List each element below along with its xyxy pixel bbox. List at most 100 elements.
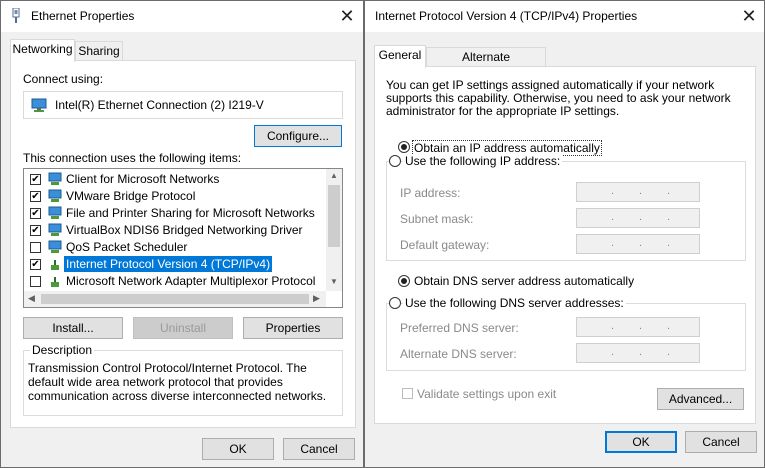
use-following-dns-radio[interactable] — [389, 297, 401, 309]
ipv4-close-button[interactable]: ✕ — [738, 5, 760, 27]
adapter-icon — [31, 98, 47, 115]
ip-address-group: Use the following IP address: IP address… — [386, 154, 746, 261]
protocol-network-icon — [48, 257, 62, 271]
ipv4-cancel-label: Cancel — [702, 435, 740, 449]
tab-general[interactable]: General — [374, 45, 426, 68]
protocol-network-icon — [48, 189, 62, 203]
alternate-dns-label: Alternate DNS server: — [400, 347, 517, 361]
network-adapter-icon — [11, 7, 21, 24]
description-group: Description Transmission Control Protoco… — [23, 343, 343, 416]
ipv4-properties-window: Internet Protocol Version 4 (TCP/IPv4) P… — [364, 0, 765, 468]
ethernet-titlebar: Ethernet Properties ✕ — [1, 1, 363, 32]
use-following-ip-label[interactable]: Use the following IP address: — [403, 154, 563, 168]
ip-address-label: IP address: — [400, 186, 461, 200]
connect-using-label: Connect using: — [23, 72, 104, 86]
scroll-left-arrow-icon[interactable]: ◀ — [28, 293, 35, 304]
list-item[interactable]: QoS Packet Scheduler — [24, 239, 342, 256]
advanced-button-label: Advanced... — [668, 392, 733, 406]
ip-address-field[interactable]: ... — [576, 182, 700, 202]
use-following-ip-radio[interactable] — [389, 155, 401, 167]
driver-network-icon — [48, 223, 62, 237]
list-item[interactable]: ✔ File and Printer Sharing for Microsoft… — [24, 205, 342, 222]
ipv4-titlebar: Internet Protocol Version 4 (TCP/IPv4) P… — [365, 1, 764, 32]
preferred-dns-label: Preferred DNS server: — [400, 321, 519, 335]
item-checkbox[interactable] — [30, 242, 41, 253]
alternate-dns-field[interactable]: ... — [576, 343, 700, 363]
properties-button[interactable]: Properties — [243, 317, 343, 339]
install-button[interactable]: Install... — [23, 317, 123, 339]
list-item[interactable]: ✔ VirtualBox NDIS6 Bridged Networking Dr… — [24, 222, 342, 239]
components-list[interactable]: ✔ Client for Microsoft Networks ✔ VMware… — [23, 168, 343, 308]
ethernet-cancel-button[interactable]: Cancel — [283, 438, 355, 460]
tab-sharing[interactable]: Sharing — [75, 41, 123, 61]
validate-checkbox[interactable] — [402, 388, 413, 399]
validate-label[interactable]: Validate settings upon exit — [417, 387, 556, 401]
ethernet-cancel-label: Cancel — [300, 442, 338, 456]
service-network-icon — [48, 206, 62, 220]
obtain-dns-auto-radio[interactable] — [398, 275, 410, 287]
list-horizontal-scrollbar[interactable]: ◀ ▶ — [24, 291, 326, 307]
horizontal-scroll-thumb[interactable] — [41, 294, 309, 304]
item-checkbox[interactable]: ✔ — [30, 225, 41, 236]
item-label: Client for Microsoft Networks — [66, 172, 220, 186]
tab-general-label: General — [378, 48, 422, 62]
list-item[interactable]: ✔ VMware Bridge Protocol — [24, 188, 342, 205]
item-checkbox[interactable]: ✔ — [30, 208, 41, 219]
list-vertical-scrollbar[interactable]: ▲ ▼ — [326, 169, 342, 291]
tab-alternate-configuration[interactable]: Alternate Configuration — [426, 47, 546, 82]
description-text: Transmission Control Protocol/Internet P… — [28, 361, 327, 403]
tab-sharing-label: Sharing — [78, 44, 120, 58]
item-label: File and Printer Sharing for Microsoft N… — [66, 206, 315, 220]
list-item[interactable]: ✔ Client for Microsoft Networks — [24, 171, 342, 188]
preferred-dns-field[interactable]: ... — [576, 317, 700, 337]
tab-networking[interactable]: Networking — [10, 39, 75, 62]
item-checkbox[interactable]: ✔ — [30, 191, 41, 202]
scroll-down-arrow-icon[interactable]: ▼ — [330, 277, 338, 286]
ethernet-properties-window: Ethernet Properties ✕ Networking Sharing… — [0, 0, 364, 468]
item-checkbox[interactable]: ✔ — [30, 174, 41, 185]
multiplexor-network-icon — [48, 274, 62, 288]
item-label: Internet Protocol Version 4 (TCP/IPv4) — [64, 256, 273, 272]
item-label: VirtualBox NDIS6 Bridged Networking Driv… — [66, 223, 303, 237]
item-label: VMware Bridge Protocol — [66, 189, 196, 203]
subnet-mask-field[interactable]: ... — [576, 208, 700, 228]
intro-text: You can get IP settings assigned automat… — [386, 78, 731, 118]
item-checkbox[interactable]: ✔ — [30, 259, 41, 270]
networking-panel: Connect using: Intel(R) Ethernet Connect… — [10, 60, 356, 428]
uninstall-button[interactable]: Uninstall — [133, 317, 233, 339]
ethernet-window-title: Ethernet Properties — [31, 9, 135, 23]
list-item[interactable]: ✔ Internet Protocol Version 4 (TCP/IPv4) — [24, 256, 342, 273]
scroll-up-arrow-icon[interactable]: ▲ — [330, 171, 338, 180]
configure-button[interactable]: Configure... — [254, 125, 342, 147]
subnet-mask-label: Subnet mask: — [400, 212, 474, 226]
configure-button-label: Configure... — [266, 129, 330, 143]
uninstall-button-label: Uninstall — [159, 321, 207, 335]
vertical-scroll-thumb[interactable] — [328, 185, 340, 247]
list-item[interactable]: Microsoft Network Adapter Multiplexor Pr… — [24, 273, 342, 290]
general-panel: You can get IP settings assigned automat… — [374, 66, 756, 424]
ipv4-window-title: Internet Protocol Version 4 (TCP/IPv4) P… — [375, 9, 638, 23]
item-label: Microsoft Network Adapter Multiplexor Pr… — [66, 274, 316, 288]
use-following-dns-label[interactable]: Use the following DNS server addresses: — [403, 296, 626, 310]
advanced-button[interactable]: Advanced... — [657, 388, 744, 410]
ethernet-close-button[interactable]: ✕ — [336, 5, 358, 27]
adapter-field: Intel(R) Ethernet Connection (2) I219-V — [23, 91, 343, 119]
ipv4-ok-label: OK — [632, 435, 650, 449]
ethernet-ok-label: OK — [229, 442, 247, 456]
client-network-icon — [48, 172, 62, 186]
ipv4-cancel-button[interactable]: Cancel — [685, 431, 757, 453]
dns-group: Use the following DNS server addresses: … — [386, 296, 746, 371]
description-label: Description — [30, 343, 95, 357]
default-gateway-field[interactable]: ... — [576, 234, 700, 254]
ethernet-ok-button[interactable]: OK — [202, 438, 274, 460]
obtain-dns-auto-label[interactable]: Obtain DNS server address automatically — [414, 274, 634, 288]
default-gateway-label: Default gateway: — [400, 238, 490, 252]
obtain-ip-auto-radio[interactable] — [398, 141, 410, 153]
scroll-right-arrow-icon[interactable]: ▶ — [313, 293, 320, 304]
adapter-name: Intel(R) Ethernet Connection (2) I219-V — [55, 98, 264, 112]
items-label: This connection uses the following items… — [23, 151, 242, 165]
ipv4-ok-button[interactable]: OK — [605, 431, 677, 453]
item-label: QoS Packet Scheduler — [66, 240, 188, 254]
scheduler-network-icon — [48, 240, 62, 254]
item-checkbox[interactable] — [30, 276, 41, 287]
